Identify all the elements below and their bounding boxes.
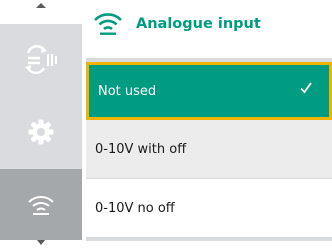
list-item-label: 0-10V no off (95, 200, 175, 216)
list-item-0-10v-no-off[interactable]: 0-10V no off (86, 179, 332, 237)
chevron-up-icon (36, 3, 46, 8)
list-item-label: 0-10V with off (95, 141, 187, 157)
list-item-label: Not used (98, 83, 157, 99)
list-scroll-down-indicator[interactable] (200, 240, 214, 249)
checkmark-icon (300, 82, 312, 94)
sidebar-item-wireless[interactable] (0, 169, 82, 240)
sidebar-strip (0, 24, 82, 240)
wireless-signal-icon (94, 13, 122, 35)
mode-arrows-icon (25, 45, 57, 74)
wireless-signal-icon (28, 195, 54, 215)
list-item-0-10v-with-off[interactable]: 0-10V with off (86, 120, 332, 178)
sidebar-nav (0, 0, 82, 249)
page-header: Analogue input (86, 0, 332, 58)
list-item-not-used[interactable]: Not used (86, 62, 332, 120)
option-list: Not used 0-10V with off 0-10V no off (86, 58, 332, 241)
sidebar-item-mode[interactable] (0, 24, 82, 94)
nav-up-button[interactable] (0, 0, 82, 24)
nav-down-button[interactable] (0, 239, 82, 249)
chevron-down-icon (37, 240, 45, 245)
sidebar-item-settings[interactable] (0, 94, 82, 169)
header-icon (88, 10, 128, 36)
chevron-down-icon (202, 241, 212, 246)
gear-icon (28, 119, 54, 144)
page-title: Analogue input (136, 16, 261, 32)
